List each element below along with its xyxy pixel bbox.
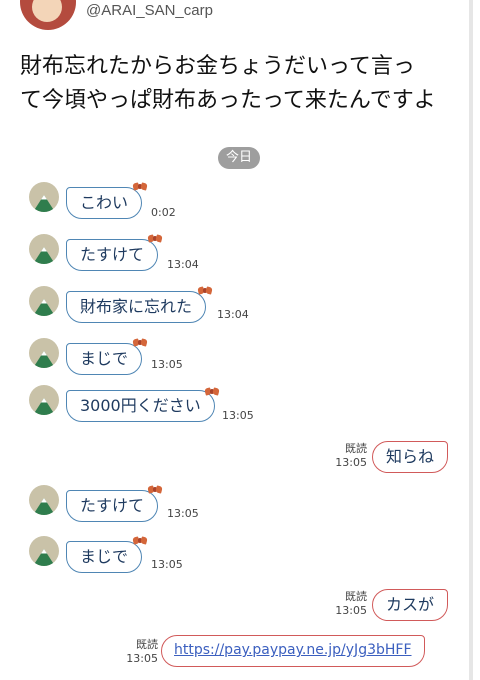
ribbon-bow-icon [148,485,162,495]
message-time: 13:05 [151,358,183,371]
profile-avatar[interactable] [20,0,76,30]
ribbon-bow-icon [133,182,147,192]
mountain-avatar-icon[interactable] [29,536,59,566]
mountain-avatar-icon[interactable] [29,338,59,368]
message-bubble[interactable]: たすけて [66,490,159,522]
tweet-line-1: 財布忘れたからお金ちょうだいって言っ [20,54,415,79]
message-row: まじで 13:05 [0,536,480,578]
message-time: 13:04 [167,258,199,271]
message-row: 既読 13:05 カスが [0,584,480,626]
user-handle[interactable]: @ARAI_SAN_carp [86,2,213,19]
read-receipt: 既読 13:05 [124,638,158,666]
message-bubble[interactable]: まじで [66,541,143,573]
message-time: 13:05 [335,456,367,469]
message-bubble[interactable]: たすけて [66,239,159,271]
read-receipt: 既読 13:05 [333,590,367,618]
payment-link[interactable]: https://pay.paypay.ne.jp/yJg3bHFF [174,642,412,658]
mountain-avatar-icon[interactable] [29,485,59,515]
message-time: 13:05 [222,409,254,422]
mountain-avatar-icon[interactable] [29,385,59,415]
mountain-avatar-icon[interactable] [29,286,59,316]
ribbon-bow-icon [205,387,219,397]
message-time: 13:05 [126,652,158,665]
ribbon-bow-icon [198,286,212,296]
profile-avatar-face [32,0,62,22]
message-row: まじで 13:05 [0,338,480,380]
message-row: 既読 13:05 https://pay.paypay.ne.jp/yJg3bHF… [0,630,480,672]
message-bubble: https://pay.paypay.ne.jp/yJg3bHFF [161,635,425,667]
message-row: こわい 0:02 [0,182,480,224]
message-time: 13:04 [217,308,249,321]
ribbon-bow-icon [133,536,147,546]
message-bubble[interactable]: まじで [66,343,143,375]
message-bubble[interactable]: 財布家に忘れた [66,291,207,323]
tweet-line-2: て今頃やっぱ財布あったって来たんですよ [20,88,436,113]
message-time: 13:05 [167,507,199,520]
message-bubble[interactable]: こわい [66,187,143,219]
message-row: 財布家に忘れた 13:04 [0,286,480,328]
message-row: 3000円ください 13:05 [0,385,480,427]
read-label: 既読 [345,442,367,455]
message-time: 13:05 [151,558,183,571]
message-row: たすけて 13:05 [0,485,480,527]
tweet-text: 財布忘れたからお金ちょうだいって言っ て今頃やっぱ財布あったって来たんですよ [20,50,460,118]
message-row: 既読 13:05 知らね [0,436,480,478]
ribbon-bow-icon [148,234,162,244]
read-receipt: 既読 13:05 [333,442,367,470]
mountain-avatar-icon[interactable] [29,234,59,264]
ribbon-bow-icon [133,338,147,348]
message-bubble[interactable]: 知らね [372,441,449,473]
message-row: たすけて 13:04 [0,234,480,276]
message-bubble[interactable]: カスが [372,589,449,621]
message-bubble[interactable]: 3000円ください [66,390,215,422]
mountain-avatar-icon[interactable] [29,182,59,212]
date-divider: 今日 [218,147,260,169]
message-time: 13:05 [335,604,367,617]
message-time: 0:02 [151,206,176,219]
read-label: 既読 [345,590,367,603]
read-label: 既読 [136,638,158,651]
